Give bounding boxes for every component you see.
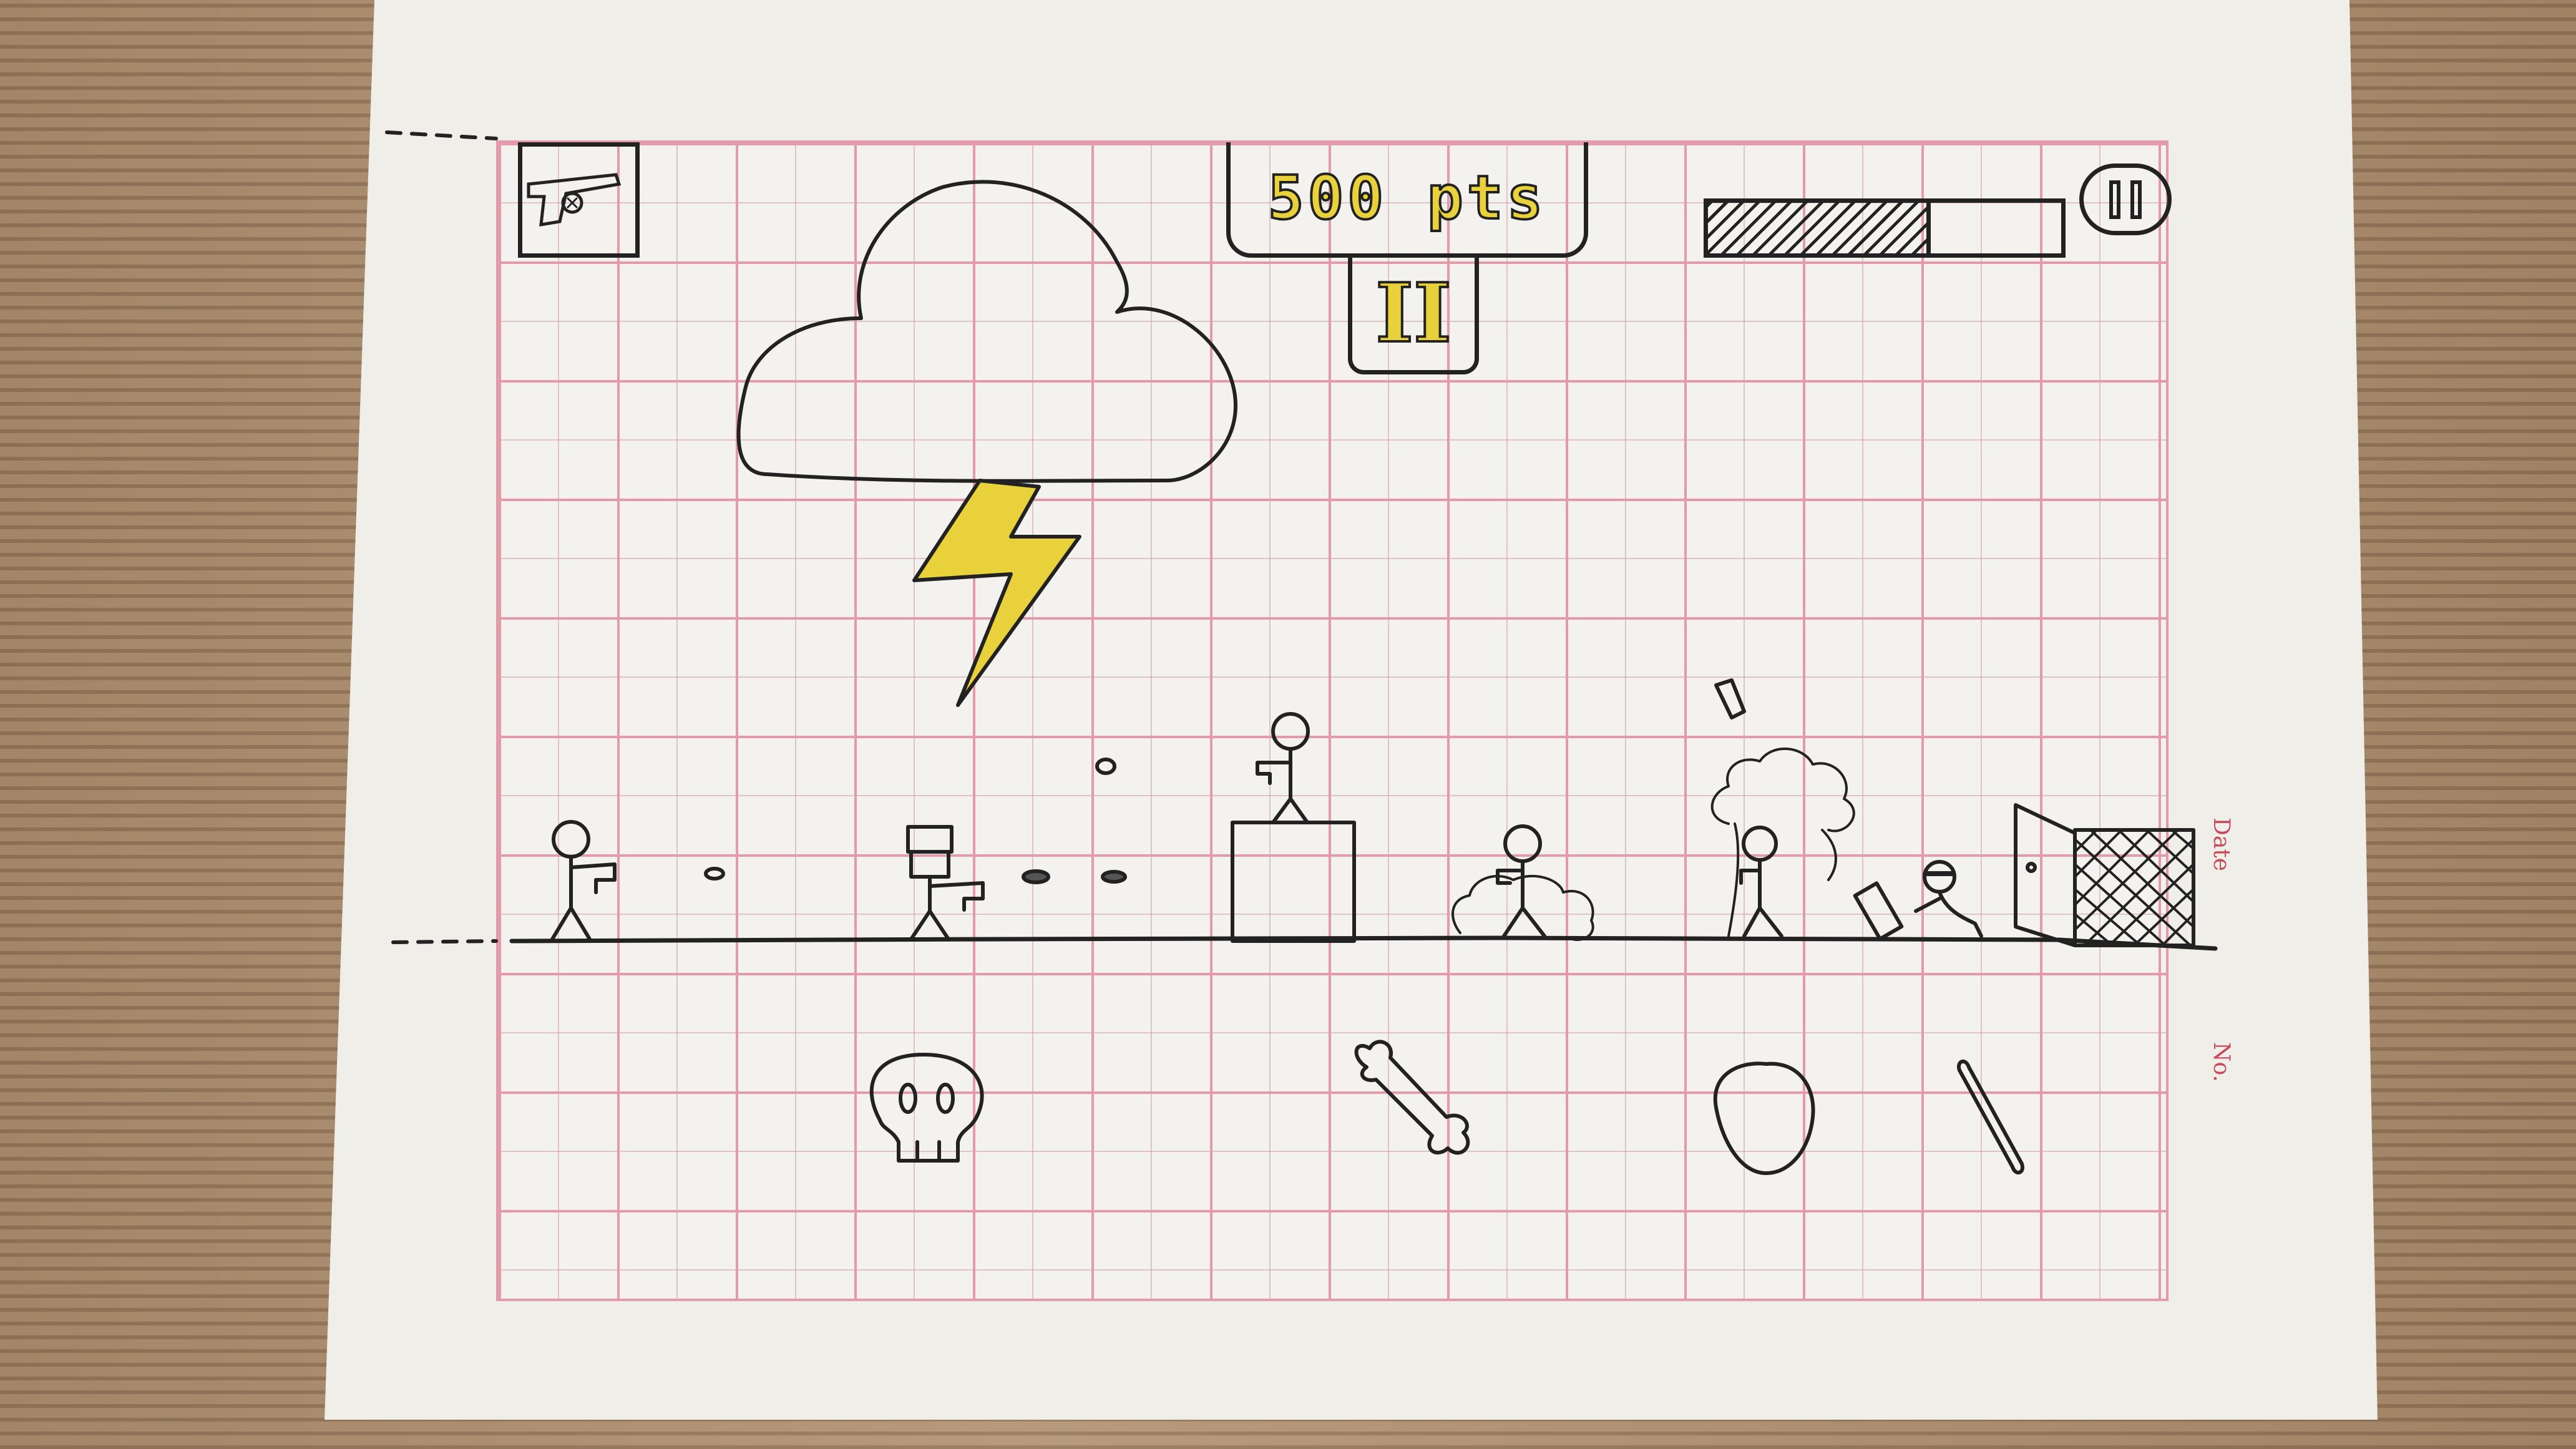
rock-icon — [1713, 1061, 1815, 1175]
cut-mark-top — [385, 130, 498, 140]
skull-icon — [869, 1053, 984, 1163]
pause-icon-bar — [2130, 180, 2142, 219]
health-bar-fill — [1708, 203, 1931, 253]
weapon-slot-button[interactable] — [518, 142, 640, 258]
stickman-on-crate — [1256, 712, 1310, 824]
revolver-icon — [527, 173, 622, 227]
gem-pickup — [1714, 678, 1746, 720]
health-bar — [1704, 198, 2066, 258]
crate — [1231, 821, 1356, 943]
score-display: 500 pts — [1226, 142, 1588, 258]
bullet — [1095, 758, 1116, 775]
bullet — [1101, 870, 1127, 884]
player-stickman — [550, 820, 617, 941]
stickman-in-smoke — [1451, 824, 1594, 941]
level-indicator: II — [1348, 256, 1479, 374]
pause-icon — [2109, 180, 2120, 219]
box-head-stickman — [906, 825, 985, 941]
level-value: II — [1374, 264, 1453, 362]
bullet — [1022, 869, 1050, 884]
lightning-bolt-icon — [912, 479, 1081, 707]
stick-icon — [1957, 1060, 2024, 1174]
cloud-icon — [736, 180, 1237, 483]
bone-icon — [1354, 1040, 1470, 1155]
crouching-stickman — [1853, 860, 1983, 941]
cut-mark-ground — [391, 939, 498, 944]
stickman-under-tree — [1710, 747, 1855, 938]
score-value: 500 pts — [1267, 162, 1547, 234]
pause-button[interactable] — [2079, 163, 2172, 235]
bullet — [704, 867, 725, 881]
exit-door — [2014, 803, 2195, 947]
ground-line — [509, 935, 2218, 951]
